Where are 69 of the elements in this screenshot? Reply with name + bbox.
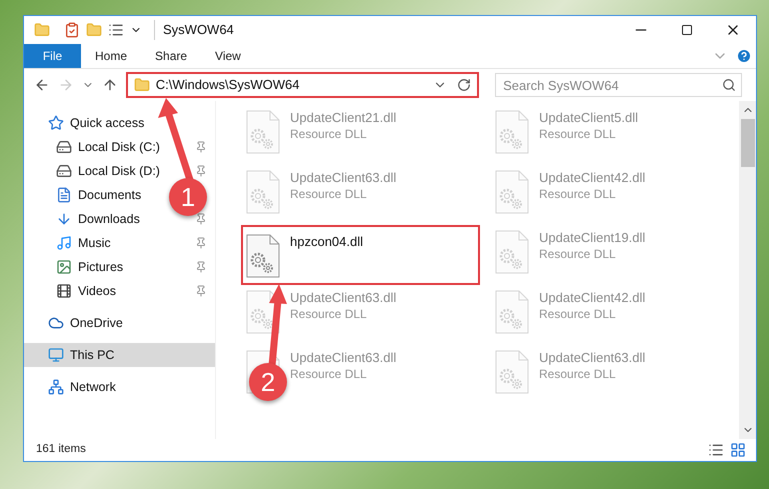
search-field[interactable]: Search SysWOW64 bbox=[495, 73, 742, 97]
nav-item[interactable]: Documents bbox=[78, 186, 142, 204]
search-icon[interactable] bbox=[722, 78, 736, 92]
file-type: Resource DLL bbox=[290, 126, 368, 142]
scrollbar-thumb[interactable] bbox=[740, 119, 754, 167]
nav-item[interactable]: OneDrive bbox=[70, 314, 123, 332]
file-type: Resource DLL bbox=[290, 306, 368, 322]
ribbon-tab[interactable]: View bbox=[201, 44, 255, 68]
nav-item[interactable]: Videos bbox=[78, 282, 116, 300]
cloud-icon bbox=[48, 315, 64, 331]
gear-file-icon bbox=[495, 230, 529, 274]
file-type: Resource DLL bbox=[539, 246, 617, 262]
film-icon bbox=[56, 283, 72, 299]
ribbon-tab[interactable]: Home bbox=[81, 44, 142, 68]
gear-file-icon bbox=[495, 170, 529, 214]
file-type: Resource DLL bbox=[539, 186, 617, 202]
pin-icon[interactable] bbox=[195, 261, 207, 273]
list-icon[interactable] bbox=[108, 22, 124, 38]
scrollbar[interactable] bbox=[739, 101, 756, 439]
gear-file-icon bbox=[495, 290, 529, 334]
nav-item[interactable]: Music bbox=[78, 234, 111, 252]
window-title: SysWOW64 bbox=[154, 20, 234, 40]
gear-file-icon bbox=[246, 170, 280, 214]
nav-item[interactable]: Local Disk (C:) bbox=[78, 138, 160, 156]
nav-item[interactable]: Downloads bbox=[78, 210, 140, 228]
file-type: Resource DLL bbox=[539, 366, 617, 382]
pin-icon[interactable] bbox=[195, 285, 207, 297]
gear-file-icon bbox=[246, 290, 280, 334]
gear-file-icon bbox=[246, 110, 280, 154]
maximize-icon[interactable] bbox=[681, 24, 693, 36]
nav-item[interactable]: This PC bbox=[70, 346, 114, 364]
picture-icon bbox=[56, 259, 72, 275]
hard-drive-icon bbox=[56, 163, 72, 179]
item-count: 161 items bbox=[36, 442, 86, 458]
pin-icon[interactable] bbox=[195, 165, 207, 177]
nav-item[interactable]: Network bbox=[70, 378, 116, 396]
gear-file-icon bbox=[495, 110, 529, 154]
address-path: C:\Windows\SysWOW64 bbox=[156, 76, 300, 94]
nav-item[interactable]: Local Disk (D:) bbox=[78, 162, 160, 180]
file-menu-button[interactable]: File bbox=[24, 44, 81, 68]
pin-icon[interactable] bbox=[195, 237, 207, 249]
network-icon bbox=[48, 379, 64, 395]
details-view-icon[interactable] bbox=[708, 442, 724, 458]
folder-icon bbox=[134, 77, 150, 93]
ribbon-tab[interactable]: Share bbox=[141, 44, 202, 68]
file-type: Resource DLL bbox=[290, 366, 368, 382]
pin-icon[interactable] bbox=[195, 213, 207, 225]
large-icons-view-icon[interactable] bbox=[730, 442, 746, 458]
file-type: Resource DLL bbox=[290, 186, 368, 202]
gear-file-icon bbox=[246, 234, 280, 278]
help-icon[interactable] bbox=[736, 48, 752, 64]
music-note-icon bbox=[56, 235, 72, 251]
file-type: Resource DLL bbox=[539, 306, 617, 322]
star-icon bbox=[48, 115, 64, 131]
gear-file-icon bbox=[495, 350, 529, 394]
file-name[interactable]: hpzcon04.dll bbox=[290, 234, 363, 250]
file-type: Resource DLL bbox=[539, 126, 617, 142]
address-bar[interactable]: C:\Windows\SysWOW64 bbox=[126, 72, 480, 98]
properties-icon[interactable] bbox=[64, 22, 80, 38]
hard-drive-icon bbox=[56, 139, 72, 155]
nav-item[interactable]: Pictures bbox=[78, 258, 124, 276]
document-icon bbox=[56, 187, 72, 203]
pin-icon[interactable] bbox=[195, 141, 207, 153]
back-icon[interactable] bbox=[34, 77, 50, 93]
selected-nav-row[interactable]: This PC bbox=[24, 343, 215, 367]
refresh-icon[interactable] bbox=[457, 78, 472, 92]
up-icon[interactable] bbox=[102, 77, 118, 93]
monitor-icon bbox=[48, 347, 64, 363]
nav-item[interactable]: Quick access bbox=[70, 114, 144, 132]
